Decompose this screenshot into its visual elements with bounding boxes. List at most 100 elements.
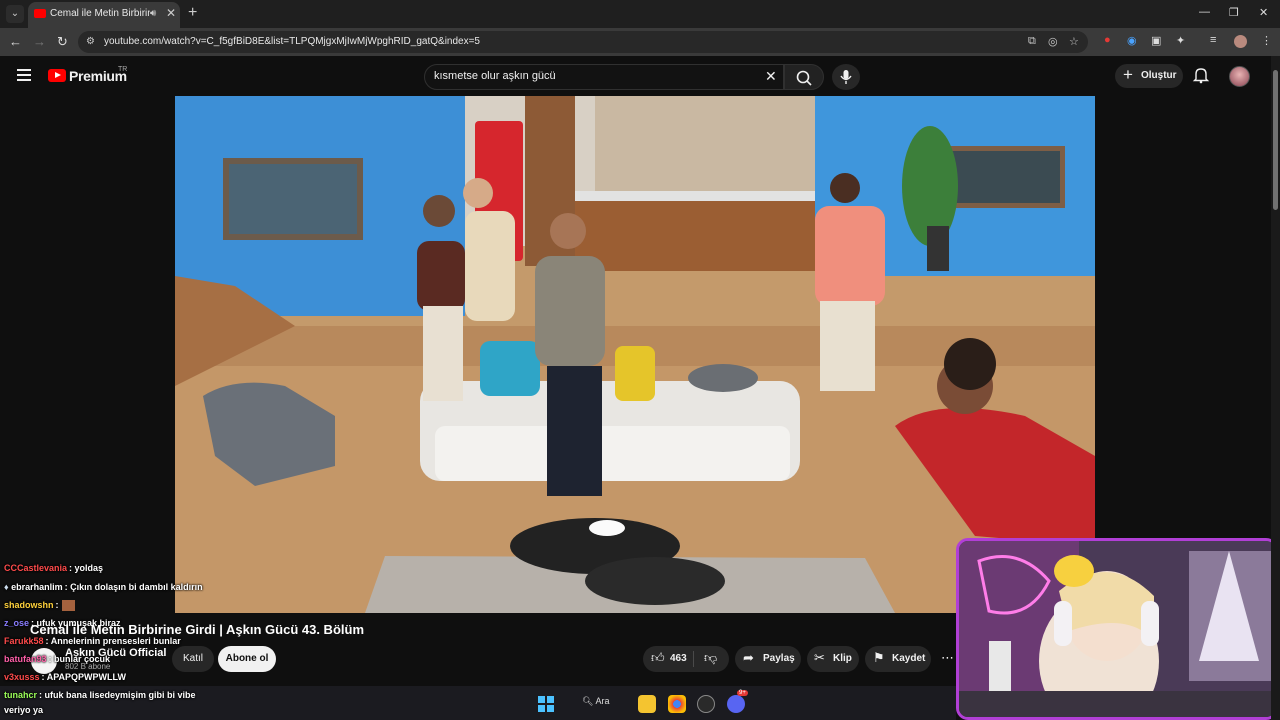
- reading-list-icon[interactable]: ≡: [1210, 34, 1216, 46]
- restore-button[interactable]: ❐: [1229, 6, 1239, 19]
- more-menu-icon[interactable]: ⋮: [1261, 34, 1272, 47]
- hamburger-menu-icon[interactable]: [17, 69, 31, 81]
- chrome-icon[interactable]: [668, 695, 686, 713]
- extensions-puzzle-icon[interactable]: ✦: [1176, 34, 1185, 47]
- clear-search-icon[interactable]: ✕: [765, 68, 777, 85]
- chat-message: tunahcr: ufuk bana lisedeymişim gibi bi …: [4, 690, 196, 700]
- share-label: Paylaş: [763, 653, 795, 664]
- browser-toolbar: ← → ↻ ⚙︎ youtube.com/watch?v=C_f5gfBiD8E…: [0, 28, 1280, 56]
- address-bar[interactable]: ⚙︎ youtube.com/watch?v=C_f5gfBiD8E&list=…: [78, 31, 1088, 53]
- share-button[interactable]: ➦ Paylaş: [735, 646, 801, 672]
- plus-icon: +: [1123, 65, 1133, 84]
- save-label: Kaydet: [892, 653, 926, 664]
- chat-text: : bunlar çocuk: [48, 654, 111, 664]
- profile-avatar[interactable]: [1234, 35, 1247, 48]
- thumbs-down-icon[interactable]: 👎︎: [704, 650, 717, 666]
- chat-message: v3xusss: APAPQPWPWLLW: [4, 672, 126, 682]
- discord-badge: 9+: [737, 690, 748, 696]
- chat-username: Farukk58: [4, 636, 44, 646]
- cast-icon[interactable]: ⧉: [1028, 35, 1036, 48]
- file-explorer-icon[interactable]: [638, 695, 656, 713]
- browser-tab-active[interactable]: Cemal ile Metin Birbirine Girdi 🔊︎ ✕: [28, 2, 180, 28]
- chat-text: : yoldaş: [69, 563, 104, 573]
- notifications-bell-icon[interactable]: [1192, 66, 1210, 84]
- extension-audio-icon[interactable]: ◉: [1127, 34, 1137, 47]
- join-button[interactable]: Katıl: [172, 646, 214, 672]
- more-actions-button[interactable]: ⋯: [937, 646, 957, 672]
- clip-label: Klip: [833, 653, 852, 664]
- page-scrollbar[interactable]: [1271, 56, 1280, 720]
- scissors-icon: ✂: [814, 650, 825, 665]
- scrollbar-thumb[interactable]: [1273, 70, 1278, 210]
- chat-text: : ufuk bana lisedeymişim gibi bi vibe: [39, 690, 196, 700]
- extension-icon[interactable]: ▣: [1151, 34, 1161, 47]
- chat-text: veriyo ya: [4, 705, 44, 715]
- microphone-icon: [840, 70, 852, 84]
- chat-message: veriyo ya: [4, 705, 43, 715]
- taskbar-search-label: Ara: [595, 696, 610, 706]
- save-button[interactable]: ⚑ Kaydet: [865, 646, 931, 672]
- chat-username: tunahcr: [4, 690, 38, 700]
- video-frame: [175, 96, 1095, 613]
- like-count[interactable]: 463: [670, 653, 687, 664]
- url-text: youtube.com/watch?v=C_f5gfBiD8E&list=TLP…: [104, 36, 480, 47]
- chat-username: z_ose: [4, 618, 30, 628]
- chat-username: batufan93: [4, 654, 47, 664]
- thumbs-up-icon[interactable]: 👍︎: [651, 650, 665, 666]
- close-tab-icon[interactable]: ✕: [166, 6, 176, 20]
- extension-red-icon[interactable]: ●: [1104, 34, 1111, 46]
- create-label: Oluştur: [1141, 70, 1177, 81]
- tab-title: Cemal ile Metin Birbirine Girdi: [50, 8, 150, 19]
- reload-button[interactable]: ↻: [57, 34, 68, 50]
- account-avatar[interactable]: [1229, 66, 1250, 87]
- tab-search-button[interactable]: ⌄: [6, 5, 24, 23]
- region-code: TR: [118, 66, 128, 73]
- hide-icon[interactable]: ◎: [1048, 35, 1058, 48]
- emote-icon: [61, 600, 75, 612]
- chat-text: : Annelerinin prensesleri bunlar: [45, 636, 181, 646]
- subscribe-label: Abone ol: [225, 653, 269, 664]
- bookmark-star-icon[interactable]: ☆: [1069, 35, 1079, 48]
- chat-message: shadowshn:: [4, 600, 75, 612]
- chat-message: ♦ ebrarhanlim: Çıkın dolaşın bi dambıl k…: [4, 582, 203, 592]
- youtube-header: Premium TR kısmetse olur aşkın gücü ✕ + …: [0, 56, 1280, 96]
- chat-message: CCCastlevania: yoldaş: [4, 563, 103, 573]
- chat-text: : APAPQPWPWLLW: [41, 672, 127, 682]
- discord-icon[interactable]: 9+: [727, 690, 748, 713]
- chat-text: : Çıkın dolaşın bi dambıl kaldırın: [64, 582, 203, 592]
- clip-button[interactable]: ✂ Klip: [807, 646, 859, 672]
- youtube-favicon-icon: [34, 9, 46, 18]
- bookmark-icon: ⚑: [873, 650, 885, 665]
- voice-search-button[interactable]: [832, 64, 860, 90]
- chat-username: shadowshn: [4, 600, 54, 610]
- search-input[interactable]: kısmetse olur aşkın gücü: [434, 70, 556, 82]
- webcam-overlay: [956, 538, 1278, 720]
- browser-tab-strip: ⌄ Cemal ile Metin Birbirine Girdi 🔊︎ ✕ +…: [0, 0, 1280, 28]
- join-label: Katıl: [182, 653, 203, 664]
- video-player[interactable]: [175, 96, 1095, 613]
- chat-message: Farukk58: Annelerinin prensesleri bunlar: [4, 636, 181, 646]
- divider: [693, 651, 694, 667]
- minimize-button[interactable]: —: [1199, 6, 1210, 18]
- chat-username: CCCastlevania: [4, 563, 68, 573]
- speaker-icon[interactable]: 🔊︎: [150, 8, 156, 19]
- webcam-feed: [959, 541, 1275, 717]
- subscribe-button[interactable]: Abone ol: [218, 646, 276, 672]
- new-tab-button[interactable]: +: [188, 4, 197, 22]
- app-icon[interactable]: [697, 695, 715, 713]
- window-close-button[interactable]: ✕: [1259, 6, 1268, 19]
- search-button[interactable]: [784, 64, 824, 90]
- taskbar-search[interactable]: 🔍︎ Ara: [582, 696, 609, 707]
- search-icon: [796, 70, 812, 86]
- chat-username: v3xusss: [4, 672, 40, 682]
- like-dislike-group: 👍︎ 463 👎︎: [643, 646, 729, 672]
- back-button[interactable]: ←: [9, 34, 22, 49]
- create-button[interactable]: + Oluştur: [1115, 64, 1183, 88]
- chat-username: ebrarhanlim: [11, 582, 63, 592]
- site-info-icon[interactable]: ⚙︎: [86, 36, 95, 47]
- forward-button[interactable]: →: [33, 34, 46, 49]
- more-horizontal-icon: ⋯: [941, 650, 954, 665]
- search-box[interactable]: kısmetse olur aşkın gücü ✕: [424, 64, 784, 90]
- windows-start-icon[interactable]: [538, 696, 554, 712]
- youtube-logo-icon[interactable]: [48, 69, 66, 82]
